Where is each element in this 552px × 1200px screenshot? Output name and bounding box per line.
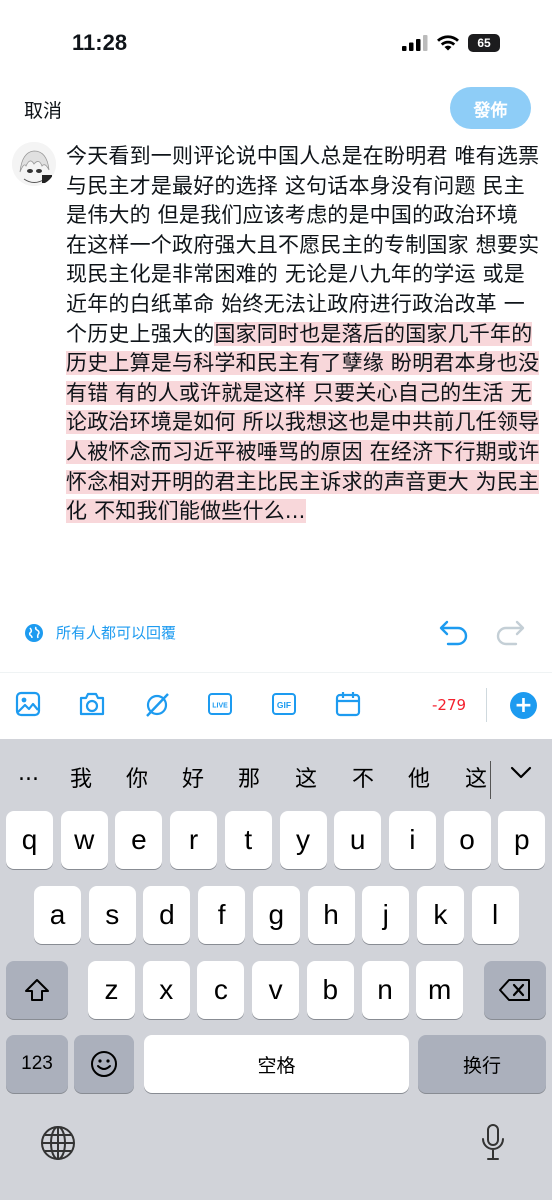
key-j[interactable]: j [362, 886, 410, 944]
key-t[interactable]: t [224, 811, 272, 869]
toolbar-separator [486, 688, 487, 722]
key-u[interactable]: u [334, 811, 382, 869]
candidate-word[interactable]: 这 [295, 761, 317, 793]
key-q[interactable]: q [6, 811, 53, 869]
svg-text:LIVE: LIVE [212, 703, 228, 710]
delete-key[interactable] [484, 961, 546, 1019]
candidate-separator [490, 761, 491, 799]
battery-icon: 65 [468, 34, 500, 52]
camera-icon[interactable] [78, 691, 106, 717]
key-d[interactable]: d [143, 886, 191, 944]
key-p[interactable]: p [498, 811, 546, 869]
add-post-button[interactable]: + [510, 692, 537, 719]
key-a[interactable]: a [34, 886, 81, 944]
candidate-word[interactable]: 你 [126, 761, 148, 793]
key-y[interactable]: y [279, 811, 327, 869]
key-r[interactable]: r [170, 811, 218, 869]
key-h[interactable]: h [307, 886, 355, 944]
schedule-icon[interactable] [335, 691, 361, 717]
key-x[interactable]: x [142, 961, 190, 1019]
candidate-word[interactable]: 他 [408, 761, 430, 793]
compose-overflow-text: 国家同时也是落后的国家几千年的历史上算是与科学和民主有了孽缘 盼明君本身也没有错… [66, 321, 540, 524]
character-count: -279 [432, 696, 467, 714]
return-key[interactable]: 换行 [418, 1035, 546, 1093]
backspace-icon [499, 979, 530, 1001]
grok-icon[interactable] [143, 691, 171, 719]
key-i[interactable]: i [388, 811, 436, 869]
candidate-word[interactable]: 不 [352, 761, 374, 793]
compose-toolbar: LIVE GIF [0, 673, 552, 739]
key-w[interactable]: w [60, 811, 108, 869]
live-icon[interactable]: LIVE [207, 691, 233, 717]
wifi-icon [437, 35, 459, 51]
status-time: 11:28 [72, 30, 128, 55]
post-button[interactable]: 發佈 [450, 87, 531, 129]
keyboard: ... 我 你 好 那 这 不 他 这 qwertyuiop asdfghjkl zxcvbnm… [0, 739, 552, 1200]
cancel-button[interactable]: 取消 [24, 96, 62, 123]
globe-icon [25, 623, 43, 642]
image-icon[interactable] [15, 691, 41, 717]
space-key[interactable]: 空格 [144, 1035, 409, 1093]
key-o[interactable]: o [443, 811, 491, 869]
key-e[interactable]: e [115, 811, 163, 869]
key-k[interactable]: k [416, 886, 464, 944]
globe-icon[interactable] [40, 1125, 76, 1161]
candidate-word[interactable]: 我 [70, 761, 92, 793]
reply-setting[interactable]: 所有人都可以回覆 [24, 622, 176, 643]
candidate-word[interactable]: ... [18, 761, 39, 786]
candidate-word[interactable]: 好 [182, 761, 204, 793]
key-z[interactable]: z [88, 961, 135, 1019]
microphone-icon[interactable] [480, 1123, 506, 1163]
svg-text:GIF: GIF [277, 700, 291, 710]
candidate-word[interactable]: 这 [465, 761, 487, 793]
emoji-icon [91, 1051, 117, 1077]
key-l[interactable]: l [471, 886, 519, 944]
key-b[interactable]: b [306, 961, 354, 1019]
undo-icon[interactable] [438, 618, 470, 648]
key-c[interactable]: c [197, 961, 245, 1019]
compose-text: 今天看到一则评论说中国人总是在盼明君 唯有选票与民主才是最好的选择 这句话本身没… [66, 144, 540, 346]
key-v[interactable]: v [252, 961, 300, 1019]
key-g[interactable]: g [252, 886, 300, 944]
chevron-down-icon[interactable] [510, 766, 532, 780]
compose-textarea[interactable]: 今天看到一则评论说中国人总是在盼明君 唯有选票与民主才是最好的选择 这句话本身没… [66, 142, 544, 527]
avatar-image [12, 142, 56, 186]
shift-key[interactable] [6, 961, 68, 1019]
numbers-key[interactable]: 123 [6, 1035, 68, 1093]
reply-setting-label: 所有人都可以回覆 [56, 624, 177, 642]
emoji-key[interactable] [74, 1035, 134, 1093]
shift-icon [25, 979, 49, 1001]
redo-icon[interactable] [494, 618, 526, 648]
candidate-word[interactable]: 那 [238, 761, 260, 793]
cellular-signal-icon [402, 35, 428, 51]
avatar[interactable] [12, 142, 56, 186]
key-s[interactable]: s [88, 886, 136, 944]
gif-icon[interactable]: GIF [271, 691, 297, 717]
status-icons: 65 [402, 34, 500, 52]
key-f[interactable]: f [198, 886, 246, 944]
key-m[interactable]: m [416, 961, 464, 1019]
key-n[interactable]: n [361, 961, 409, 1019]
